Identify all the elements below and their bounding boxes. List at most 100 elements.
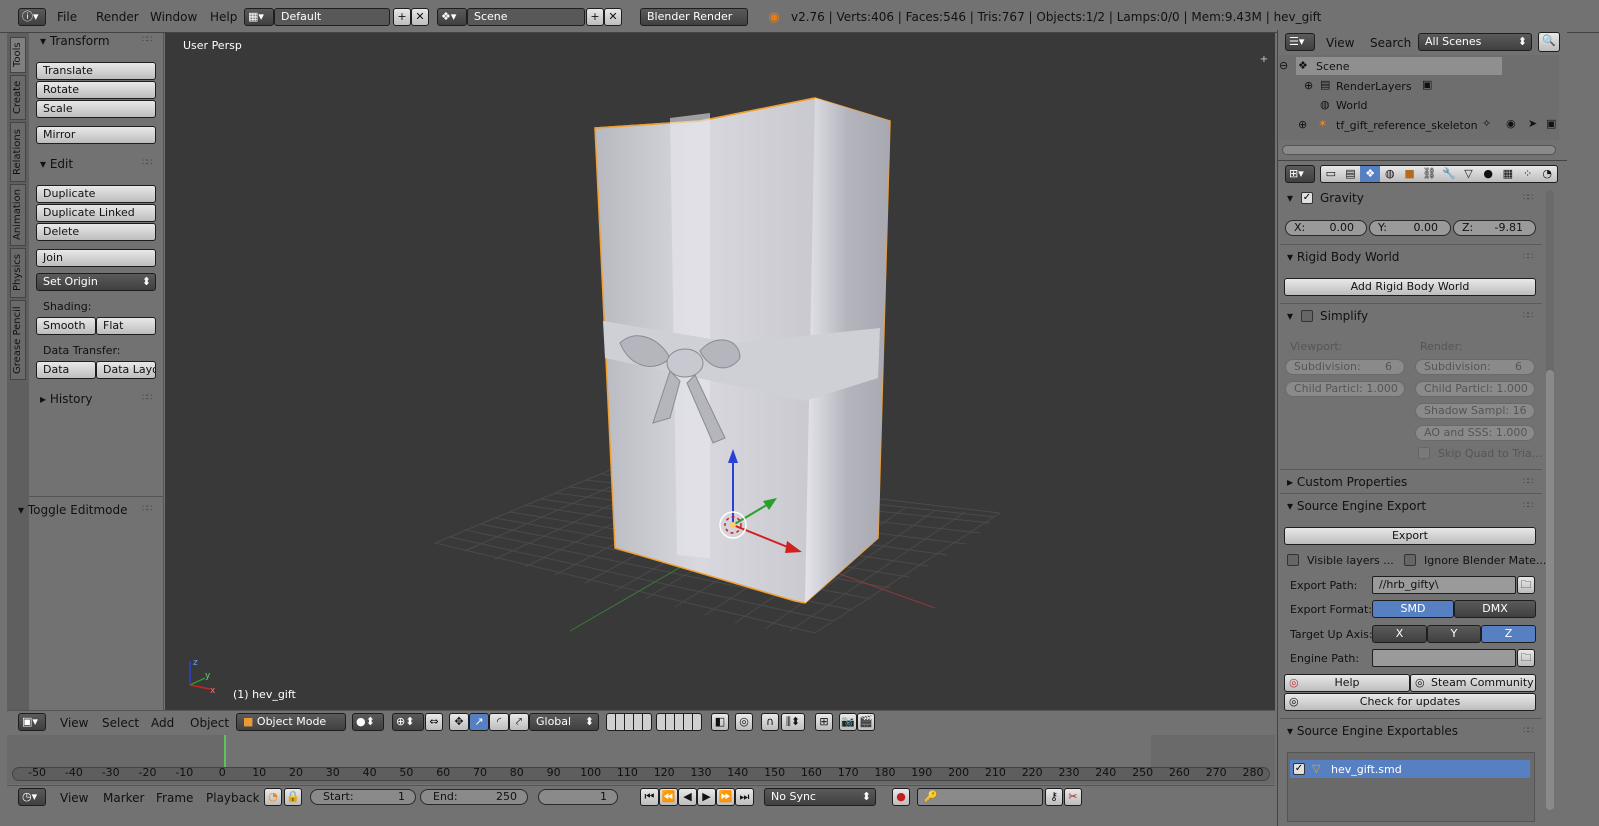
transform-panel-header[interactable]: ▾ Transform [40, 33, 110, 49]
particles-tab-icon[interactable]: ⁘ [1518, 166, 1538, 182]
editor-type-button[interactable]: ▣▾ [18, 713, 46, 731]
snap-target-icon[interactable]: ⊞ [815, 713, 833, 731]
axis-z-button[interactable]: Z [1481, 625, 1536, 643]
panel-grip-icon[interactable]: ∷∷ [142, 35, 153, 45]
outliner-editor-type-button[interactable]: ☰▾ [1285, 33, 1315, 51]
menu-add[interactable]: Add [151, 715, 174, 731]
play-reverse-icon[interactable]: ◀ [678, 788, 697, 806]
exportable-item[interactable] [1290, 760, 1530, 778]
timeline-editor-type-button[interactable]: ◷▾ [18, 788, 46, 806]
tab-relations[interactable]: Relations [10, 122, 26, 182]
format-smd-button[interactable]: SMD [1372, 600, 1454, 618]
duplicate-linked-button[interactable]: Duplicate Linked [36, 204, 156, 222]
viewport-3d[interactable]: z y x User Persp (1) hev_gift + [165, 33, 1275, 710]
current-frame-field[interactable]: 1 [538, 789, 618, 805]
panel-grip-icon[interactable]: ∷∷ [1523, 252, 1534, 262]
texture-tab-icon[interactable]: ▦ [1498, 166, 1518, 182]
timeline-menu-playback[interactable]: Playback [206, 790, 260, 806]
skip-quad-checkbox[interactable] [1418, 447, 1430, 459]
material-tab-icon[interactable]: ● [1478, 166, 1498, 182]
gravity-panel-header[interactable]: ▾ [1287, 190, 1293, 206]
outliner-menu-search[interactable]: Search [1370, 35, 1411, 51]
jump-start-icon[interactable]: ⏮ [640, 788, 659, 806]
export-path-input[interactable]: //hrb_gifty\ [1372, 576, 1516, 594]
steam-community-button[interactable]: ◎ Steam Community [1410, 674, 1536, 692]
scene-icon-button[interactable]: ❖▾ [437, 8, 467, 26]
data-button[interactable]: Data [36, 361, 96, 379]
panel-grip-icon[interactable]: ∷∷ [1523, 311, 1534, 321]
export-button[interactable]: Export [1284, 527, 1536, 545]
modifiers-tab-icon[interactable]: 🔧 [1439, 166, 1459, 182]
play-icon[interactable]: ▶ [697, 788, 716, 806]
timeline-menu-frame[interactable]: Frame [156, 790, 193, 806]
edit-panel-header[interactable]: ▾ Edit [40, 156, 73, 172]
menu-help[interactable]: Help [210, 9, 237, 25]
source-export-header[interactable]: ▾ Source Engine Export [1287, 498, 1426, 514]
properties-editor-type-button[interactable]: ⊞▾ [1285, 165, 1315, 183]
rotate-manipulator-icon[interactable]: ↗ [469, 713, 489, 731]
panel-grip-icon[interactable]: ∷∷ [142, 158, 153, 168]
start-frame-field[interactable]: Start: 1 [310, 789, 416, 805]
viewport-child-particles-field[interactable]: Child Particl: 1.000 [1285, 381, 1405, 397]
render-toggle-icon[interactable]: ▣ [1422, 78, 1432, 91]
snap-element-icon[interactable]: ⫼⬍ [781, 713, 805, 731]
layer-buttons-a[interactable] [606, 713, 652, 731]
menu-file[interactable]: File [57, 9, 77, 25]
menu-object[interactable]: Object [190, 715, 229, 731]
timeline-menu-marker[interactable]: Marker [103, 790, 144, 806]
render-engine-select[interactable]: Blender Render [640, 8, 748, 26]
gravity-x-field[interactable]: X: 0.00 [1285, 220, 1367, 236]
manipulator-toggle-button[interactable]: ⇔ [425, 713, 443, 731]
toggle-editmode-panel-header[interactable]: ▾ Toggle Editmode [18, 502, 128, 518]
record-icon[interactable]: ● [892, 788, 910, 806]
translate-button[interactable]: Translate [36, 62, 156, 80]
folder-icon[interactable]: 🗀 [1517, 649, 1535, 667]
rigid-body-world-header[interactable]: ▾ Rigid Body World [1287, 249, 1399, 265]
expand-toggle-icon[interactable]: ⊕ [1304, 79, 1313, 92]
scale-manipulator-icon[interactable]: ◜ [489, 713, 509, 731]
history-panel-header[interactable]: ▸ History [40, 391, 93, 407]
object-tab-icon[interactable]: ■ [1400, 166, 1420, 182]
ignore-materials-checkbox[interactable] [1404, 554, 1416, 566]
exportables-header[interactable]: ▾ Source Engine Exportables [1287, 723, 1458, 739]
end-frame-field[interactable]: End: 250 [420, 789, 528, 805]
outliner-scrollbar[interactable] [1282, 145, 1556, 155]
render-subdivision-field[interactable]: Subdivision: 6 [1415, 359, 1535, 375]
scene-add-button[interactable]: + [586, 8, 604, 26]
mode-select[interactable]: ■ Object Mode [236, 713, 346, 731]
join-button[interactable]: Join [36, 249, 156, 267]
menu-window[interactable]: Window [150, 9, 197, 25]
panel-grip-icon[interactable]: ∷∷ [142, 393, 153, 403]
panel-grip-icon[interactable]: ∷∷ [142, 504, 153, 514]
check-updates-button[interactable]: ◎ Check for updates [1284, 693, 1536, 711]
menu-render[interactable]: Render [96, 9, 139, 25]
tab-tools[interactable]: Tools [10, 37, 26, 73]
scale-button[interactable]: Scale [36, 100, 156, 118]
folder-icon[interactable]: 🗀 [1517, 576, 1535, 594]
layer-buttons-b[interactable] [656, 713, 702, 731]
engine-path-input[interactable] [1372, 649, 1516, 667]
lock-layer-icon[interactable]: ◧ [711, 713, 729, 731]
translate-manipulator-icon[interactable]: ✥ [449, 713, 469, 731]
render-child-particles-field[interactable]: Child Particl: 1.000 [1415, 381, 1535, 397]
duplicate-button[interactable]: Duplicate [36, 185, 156, 203]
outliner-filter-select[interactable]: All Scenes ⬍ [1418, 33, 1532, 51]
simplify-panel-header[interactable]: ▾ [1287, 308, 1293, 324]
rotate-button[interactable]: Rotate [36, 81, 156, 99]
world-tab-icon[interactable]: ◍ [1380, 166, 1400, 182]
shading-select[interactable]: ●⬍ [352, 713, 384, 731]
exportable-checkbox[interactable]: ✓ [1293, 763, 1305, 775]
snap-toggle-icon[interactable]: ∩ [761, 713, 779, 731]
gravity-z-field[interactable]: Z: -9.81 [1453, 220, 1536, 236]
outliner-search-icon[interactable]: 🔍 [1538, 32, 1560, 52]
scene-remove-button[interactable]: ✕ [604, 8, 622, 26]
tab-animation[interactable]: Animation [10, 184, 26, 246]
layout-remove-button[interactable]: ✕ [411, 8, 429, 26]
viewport-subdivision-field[interactable]: Subdivision: 6 [1285, 359, 1405, 375]
tab-create[interactable]: Create [10, 75, 26, 120]
layout-select[interactable]: Default [274, 8, 390, 26]
physics-tab-icon[interactable]: ◔ [1537, 166, 1557, 182]
pivot-select[interactable]: ⊕⬍ [392, 713, 424, 731]
visible-layers-checkbox[interactable] [1287, 554, 1299, 566]
panel-grip-icon[interactable]: ∷∷ [1523, 726, 1534, 736]
